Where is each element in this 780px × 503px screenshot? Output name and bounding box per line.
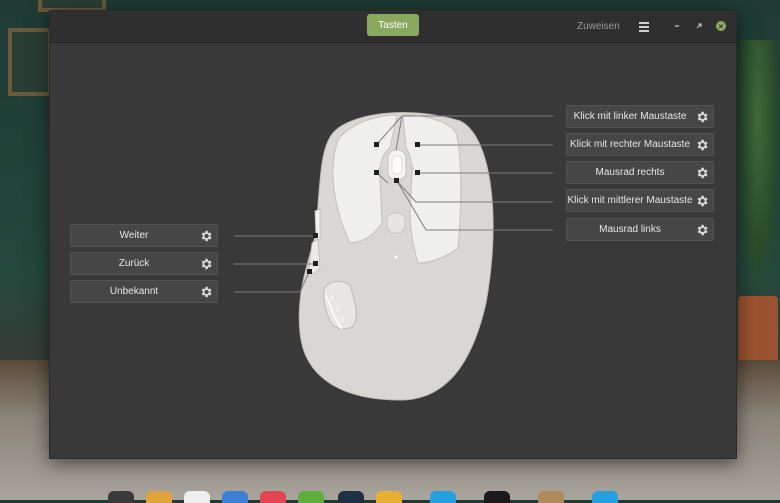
terminal-icon[interactable] <box>108 491 134 503</box>
mapping-wheel-right[interactable]: Mausrad rechts <box>566 161 714 184</box>
thumb-label-1: 1 <box>330 295 334 302</box>
gear-icon[interactable] <box>197 227 215 245</box>
mapping-wheel-left[interactable]: Mausrad links <box>566 218 714 241</box>
mapping-left-click[interactable]: Klick mit linker Maustaste <box>566 105 714 128</box>
gear-icon[interactable] <box>197 283 215 301</box>
app-icon[interactable] <box>222 491 248 503</box>
close-icon[interactable]: × <box>713 18 729 34</box>
mapping-right-click[interactable]: Klick mit rechter Maustaste <box>566 133 714 156</box>
app-icon[interactable] <box>260 491 286 503</box>
mapping-label: Unbekannt <box>109 286 159 297</box>
mapping-back[interactable]: Zurück <box>70 252 218 275</box>
gear-icon[interactable] <box>693 221 711 239</box>
titlebar: Tasten Zuweisen × <box>50 11 736 43</box>
mapping-label: Klick mit mittlerer Maustaste <box>567 195 693 206</box>
mapping-label: Klick mit rechter Maustaste <box>569 139 691 150</box>
app-icon[interactable] <box>592 491 618 503</box>
tab-zuweisen[interactable]: Zuweisen <box>571 16 626 36</box>
app-icon[interactable] <box>430 491 456 503</box>
mapping-forward[interactable]: Weiter <box>70 224 218 247</box>
wallpaper-frame <box>8 28 52 96</box>
button-mapping-canvas: 1 2 3 ‹ › Klick mit linker Maustaste Kli… <box>50 43 736 458</box>
mapping-label: Mausrad links <box>599 224 661 235</box>
wallpaper-pot <box>738 296 778 368</box>
app-icon[interactable] <box>376 491 402 503</box>
gear-icon[interactable] <box>693 108 711 126</box>
mouse-settings-window: Tasten Zuweisen × 1 2 3 ‹ › Klick mit li… <box>49 10 737 459</box>
app-icon[interactable] <box>538 491 564 503</box>
mouse-mode-button <box>386 212 406 234</box>
maximize-icon[interactable] <box>691 18 707 34</box>
gear-icon[interactable] <box>693 164 711 182</box>
mapping-label: Klick mit linker Maustaste <box>573 111 687 122</box>
gear-icon[interactable] <box>197 255 215 273</box>
app-icon[interactable] <box>338 491 364 503</box>
mapping-label: Weiter <box>119 230 149 241</box>
mapping-unknown[interactable]: Unbekannt <box>70 280 218 303</box>
thumb-label-2: 2 <box>336 306 340 313</box>
mapping-middle-click[interactable]: Klick mit mittlerer Maustaste <box>566 189 714 212</box>
minimize-icon[interactable] <box>669 18 685 34</box>
app-icon[interactable] <box>298 491 324 503</box>
gear-icon[interactable] <box>693 136 711 154</box>
wallpaper-plant <box>736 40 780 300</box>
svg-text:›: › <box>412 166 414 172</box>
gear-icon[interactable] <box>693 192 711 210</box>
folder-icon[interactable] <box>146 491 172 503</box>
hamburger-icon[interactable] <box>636 18 652 34</box>
thumb-label-3: 3 <box>340 317 344 324</box>
app-icon[interactable] <box>484 491 510 503</box>
app-icon[interactable] <box>184 491 210 503</box>
mapping-label: Mausrad rechts <box>595 167 665 178</box>
tab-tasten[interactable]: Tasten <box>367 14 419 36</box>
taskbar <box>0 484 780 503</box>
mapping-label: Zurück <box>118 258 150 269</box>
